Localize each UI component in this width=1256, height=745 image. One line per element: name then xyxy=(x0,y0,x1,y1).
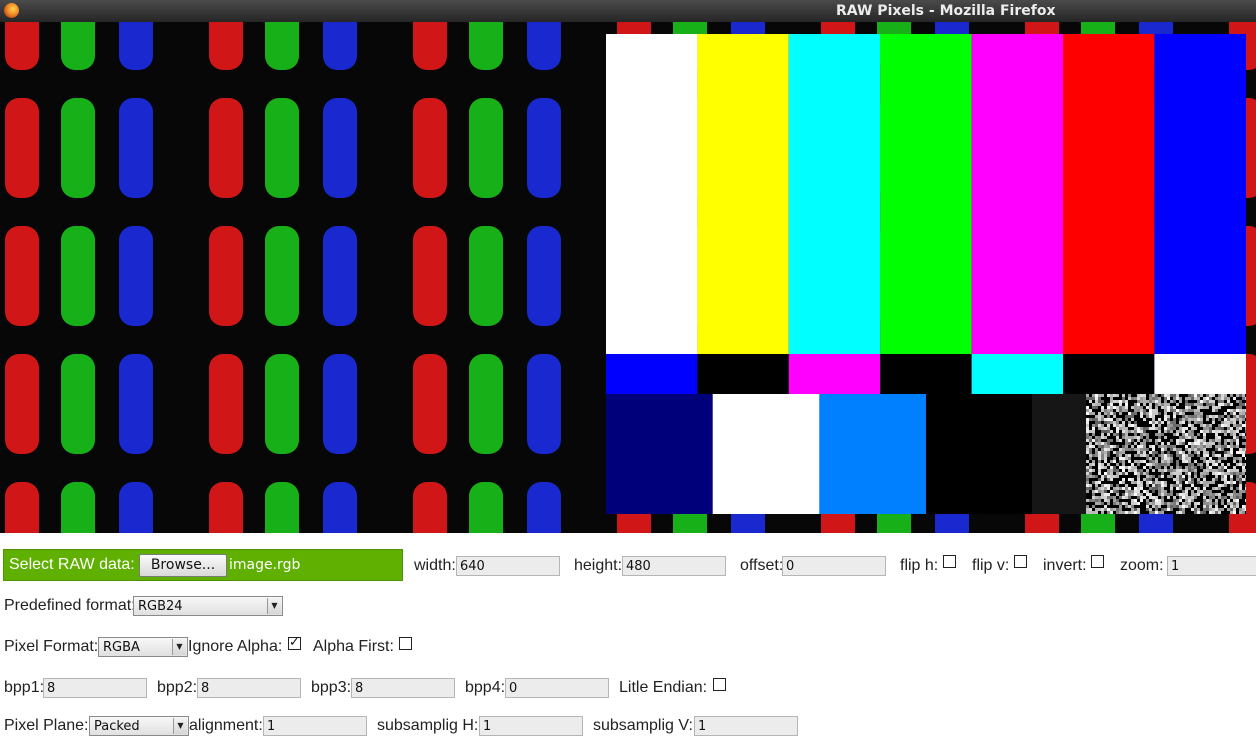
subsampling-v-input[interactable]: 1 xyxy=(694,716,798,736)
ignore-alpha-label: Ignore Alpha: xyxy=(188,638,283,655)
bpp1-input[interactable]: 8 xyxy=(43,678,147,698)
flip-h-checkbox[interactable] xyxy=(943,555,956,568)
smpte-test-card xyxy=(606,34,1246,514)
bar-red xyxy=(1063,34,1155,354)
height-input[interactable]: 480 xyxy=(622,556,726,576)
window-titlebar: RAW Pixels - Mozilla Firefox xyxy=(0,0,1256,22)
width-label: width: xyxy=(414,557,456,574)
alpha-first-label: Alpha First: xyxy=(313,638,394,655)
top-color-bars xyxy=(606,34,1246,354)
alignment-input[interactable]: 1 xyxy=(263,716,367,736)
bar-yellow xyxy=(697,34,789,354)
subsampling-h-label: subsamplig H: xyxy=(377,717,479,734)
browse-button[interactable]: Browse... xyxy=(139,554,227,577)
bpp1-label: bpp1: xyxy=(4,679,45,696)
middle-castellations xyxy=(606,354,1246,394)
predefined-format-label: Predefined format: xyxy=(4,597,136,614)
height-label: height: xyxy=(574,557,623,574)
bar-green xyxy=(880,34,972,354)
offset-label: offset: xyxy=(740,557,784,574)
bar-blue xyxy=(1154,34,1246,354)
alignment-label: alignment: xyxy=(189,717,263,734)
pixel-format-label: Pixel Format: xyxy=(4,638,99,655)
chevron-down-icon[interactable]: ▼ xyxy=(267,598,281,614)
bpp2-input[interactable]: 8 xyxy=(197,678,301,698)
firefox-icon[interactable] xyxy=(4,3,19,18)
bpp3-label: bpp3: xyxy=(311,679,352,696)
bpp4-input[interactable]: 0 xyxy=(505,678,609,698)
little-endian-checkbox[interactable] xyxy=(713,678,726,691)
image-viewport xyxy=(0,22,1256,533)
subsampling-h-input[interactable]: 1 xyxy=(479,716,583,736)
bpp3-input[interactable]: 8 xyxy=(351,678,455,698)
invert-label: invert: xyxy=(1043,557,1087,574)
flip-v-checkbox[interactable] xyxy=(1014,555,1027,568)
bpp2-label: bpp2: xyxy=(157,679,198,696)
window-title: RAW Pixels - Mozilla Firefox xyxy=(836,3,1056,19)
predefined-format-value: RGB24 xyxy=(138,599,183,614)
offset-input[interactable]: 0 xyxy=(782,556,886,576)
bar-magenta xyxy=(971,34,1063,354)
bar-cyan xyxy=(788,34,881,354)
file-name: image.rgb xyxy=(229,557,301,573)
select-raw-label: Select RAW data: xyxy=(9,556,135,573)
bpp4-label: bpp4: xyxy=(465,679,506,696)
invert-checkbox[interactable] xyxy=(1091,555,1104,568)
controls-panel: Select RAW data: Browse... image.rgb wid… xyxy=(0,533,1256,745)
flip-v-label: flip v: xyxy=(972,557,1010,574)
alpha-first-checkbox[interactable] xyxy=(399,637,412,650)
bar-white xyxy=(606,34,698,354)
ignore-alpha-checkbox[interactable] xyxy=(288,634,301,650)
pixel-format-select[interactable]: RGBA ▼ xyxy=(98,637,188,657)
pixel-plane-select[interactable]: Packed ▼ xyxy=(89,716,189,736)
chevron-down-icon[interactable]: ▼ xyxy=(173,718,187,734)
pixel-format-value: RGBA xyxy=(103,640,140,655)
zoom-input[interactable]: 1 xyxy=(1167,556,1256,576)
little-endian-label: Litle Endian: xyxy=(619,679,708,696)
width-input[interactable]: 640 xyxy=(456,556,560,576)
subsampling-v-label: subsamplig V: xyxy=(593,717,693,734)
predefined-format-select[interactable]: RGB24 ▼ xyxy=(133,596,283,616)
select-raw-panel: Select RAW data: Browse... image.rgb xyxy=(3,549,403,581)
flip-h-label: flip h: xyxy=(900,557,939,574)
chevron-down-icon[interactable]: ▼ xyxy=(172,639,186,655)
pixel-plane-label: Pixel Plane: xyxy=(4,717,89,734)
pixel-plane-value: Packed xyxy=(94,719,140,734)
zoom-label: zoom: xyxy=(1120,557,1164,574)
